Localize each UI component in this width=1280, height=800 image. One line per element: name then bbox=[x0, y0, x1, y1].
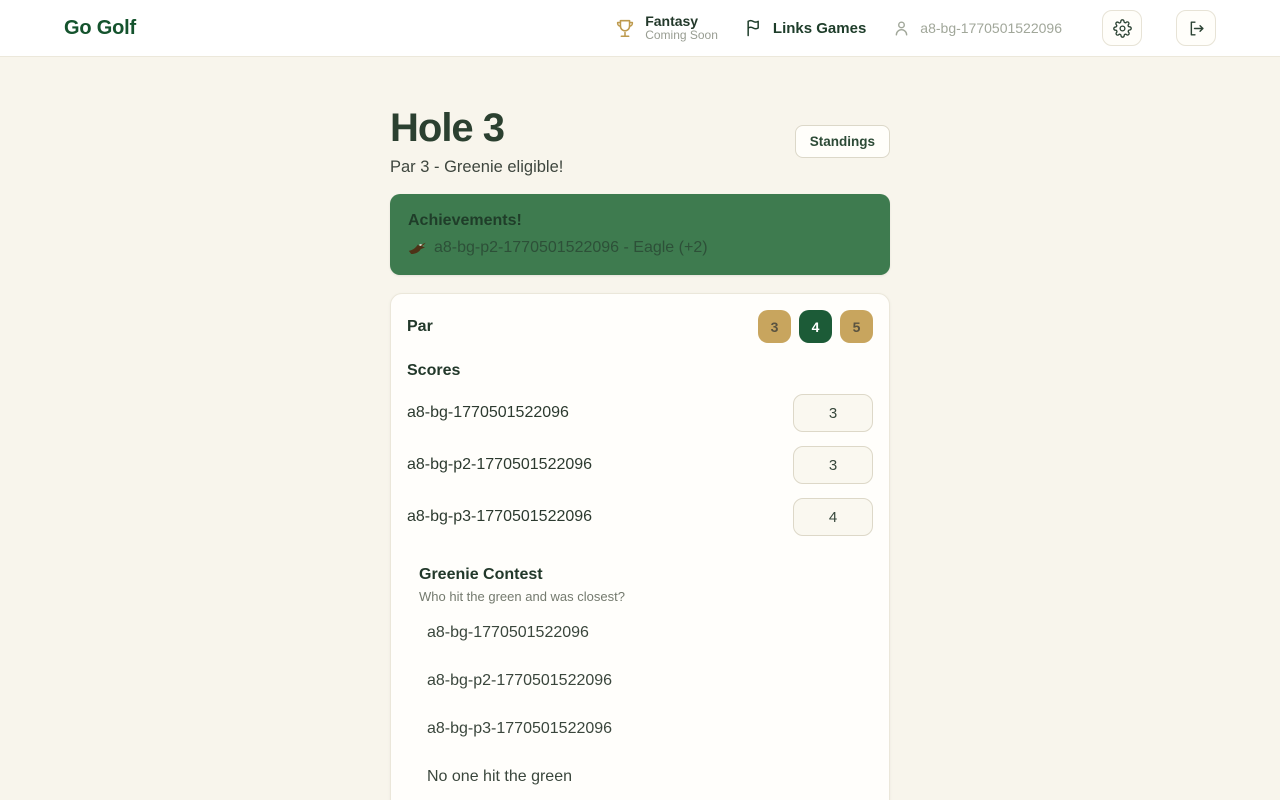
greenie-options: a8-bg-1770501522096 a8-bg-p2-17705015220… bbox=[419, 614, 873, 796]
greenie-option-player2[interactable]: a8-bg-p2-1770501522096 bbox=[419, 662, 873, 700]
score-row: a8-bg-p3-1770501522096 bbox=[407, 498, 873, 536]
nav-item-fantasy[interactable]: Fantasy Coming Soon bbox=[614, 13, 718, 43]
header-nav: Fantasy Coming Soon Links Games a8-bg-17… bbox=[614, 10, 1216, 46]
title-row: Hole 3 Par 3 - Greenie eligible! Standin… bbox=[390, 105, 890, 177]
par-chip-4[interactable]: 4 bbox=[799, 310, 832, 343]
par-label: Par bbox=[407, 318, 433, 336]
par-row: Par 3 4 5 bbox=[407, 310, 873, 343]
fantasy-sublabel: Coming Soon bbox=[645, 29, 718, 43]
score-input-player3[interactable] bbox=[793, 498, 873, 536]
player-name: a8-bg-1770501522096 bbox=[407, 404, 569, 422]
nav-item-user[interactable]: a8-bg-1770501522096 bbox=[892, 19, 1062, 38]
settings-button[interactable] bbox=[1102, 10, 1142, 46]
logout-icon bbox=[1187, 19, 1206, 38]
page-subtitle: Par 3 - Greenie eligible! bbox=[390, 158, 563, 177]
score-input-player1[interactable] bbox=[793, 394, 873, 432]
nav-item-links-games[interactable]: Links Games bbox=[744, 18, 866, 38]
main-content: Hole 3 Par 3 - Greenie eligible! Standin… bbox=[390, 57, 890, 800]
greenie-title: Greenie Contest bbox=[419, 566, 873, 584]
achievements-title: Achievements! bbox=[408, 212, 872, 230]
greenie-option-player3[interactable]: a8-bg-p3-1770501522096 bbox=[419, 710, 873, 748]
achievement-text: a8-bg-p2-1770501522096 - Eagle (+2) bbox=[434, 239, 708, 257]
greenie-subtitle: Who hit the green and was closest? bbox=[419, 589, 873, 604]
user-icon bbox=[892, 19, 911, 38]
score-input-player2[interactable] bbox=[793, 446, 873, 484]
eagle-emoji-icon bbox=[408, 240, 427, 257]
scorecard: Par 3 4 5 Scores a8-bg-1770501522096 a8-… bbox=[390, 293, 890, 800]
greenie-option-no-one[interactable]: No one hit the green bbox=[419, 758, 873, 796]
trophy-icon bbox=[614, 17, 636, 39]
flag-icon bbox=[744, 18, 764, 38]
app-header: Go Golf Fantasy Coming Soon bbox=[0, 0, 1280, 57]
greenie-contest-section: Greenie Contest Who hit the green and wa… bbox=[407, 566, 873, 800]
greenie-option-player1[interactable]: a8-bg-1770501522096 bbox=[419, 614, 873, 652]
par-chips: 3 4 5 bbox=[758, 310, 873, 343]
user-id-label: a8-bg-1770501522096 bbox=[920, 20, 1062, 36]
player-name: a8-bg-p3-1770501522096 bbox=[407, 508, 592, 526]
score-row: a8-bg-1770501522096 bbox=[407, 394, 873, 432]
standings-button[interactable]: Standings bbox=[795, 125, 890, 158]
score-row: a8-bg-p2-1770501522096 bbox=[407, 446, 873, 484]
links-games-label: Links Games bbox=[773, 20, 866, 37]
player-name: a8-bg-p2-1770501522096 bbox=[407, 456, 592, 474]
fantasy-label: Fantasy bbox=[645, 13, 718, 29]
achievements-banner: Achievements! a8-bg-p2-1770501522096 - E… bbox=[390, 194, 890, 275]
page-title: Hole 3 bbox=[390, 105, 563, 151]
par-chip-3[interactable]: 3 bbox=[758, 310, 791, 343]
brand-logo[interactable]: Go Golf bbox=[64, 17, 136, 40]
logout-button[interactable] bbox=[1176, 10, 1216, 46]
gear-icon bbox=[1113, 19, 1132, 38]
achievement-item: a8-bg-p2-1770501522096 - Eagle (+2) bbox=[408, 239, 872, 257]
scores-label: Scores bbox=[407, 362, 873, 380]
par-chip-5[interactable]: 5 bbox=[840, 310, 873, 343]
